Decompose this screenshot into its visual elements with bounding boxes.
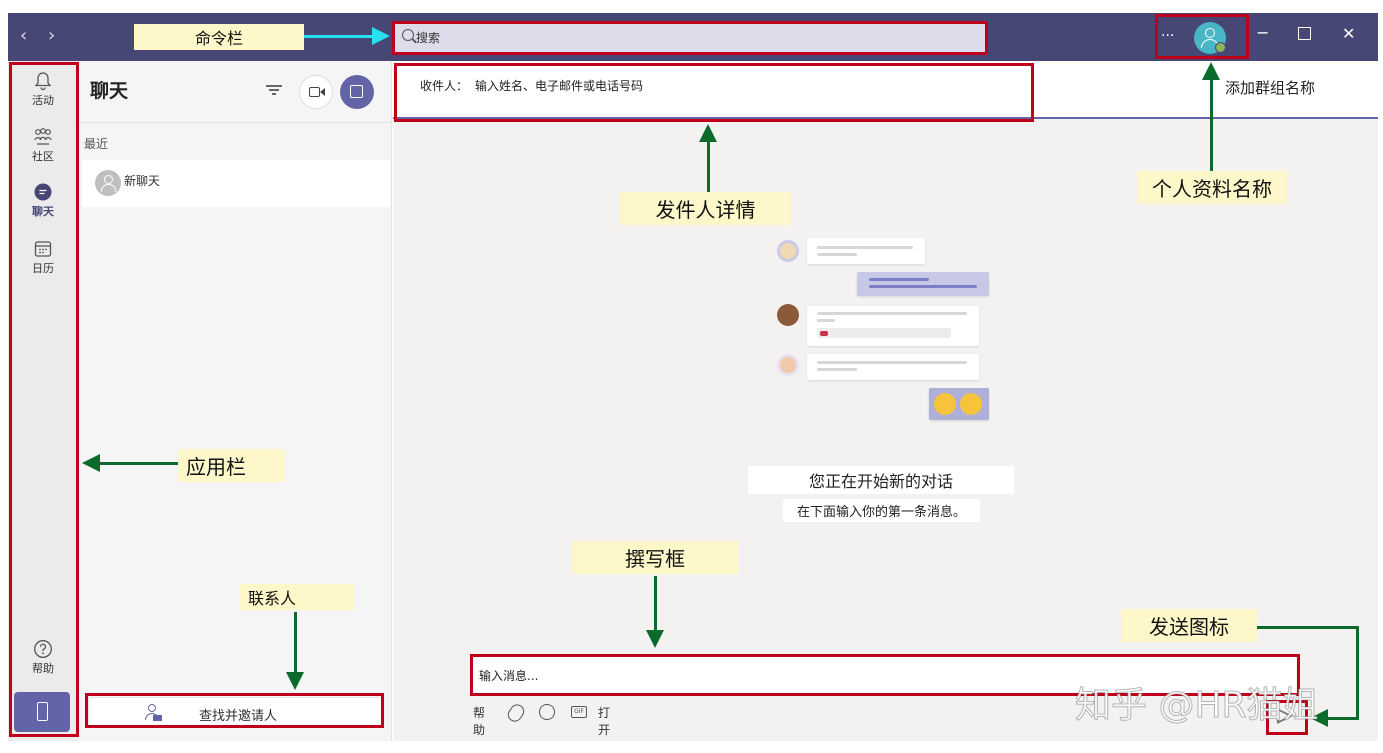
appbar-item-label: 活动: [32, 94, 54, 107]
profile-avatar[interactable]: [1194, 22, 1226, 54]
divider: [78, 122, 391, 123]
conversation-illustration: [773, 234, 993, 424]
person-avatar-icon: [777, 240, 799, 262]
status-badge: [1215, 42, 1226, 53]
smile-emoji-icon: [960, 393, 982, 415]
recipient-input[interactable]: 输入姓名、电子邮件或电话号码: [475, 77, 643, 94]
arrow-down-icon: [286, 672, 304, 690]
appbar-item-calendar[interactable]: 日历: [8, 239, 78, 276]
appbar-item-chat[interactable]: 聊天: [8, 182, 78, 219]
recipient-bar: 收件人： 输入姓名、电子邮件或电话号码 添加群组名称: [393, 61, 1378, 119]
invite-label: 查找并邀请人: [199, 709, 278, 724]
chevron-right-icon[interactable]: ›: [48, 25, 55, 46]
open-button[interactable]: 打开: [598, 704, 610, 738]
arrow-right-icon: [372, 27, 390, 45]
appbar-item-label: 社区: [32, 150, 54, 163]
emoji-icon[interactable]: [539, 704, 555, 720]
to-label: 收件人：: [420, 79, 469, 93]
arrow-left-icon: [82, 454, 100, 472]
command-bar-callout: 命令栏: [134, 24, 304, 50]
meet-now-button[interactable]: [299, 75, 333, 109]
profile-name-callout: 个人资料名称: [1137, 171, 1287, 204]
compose-placeholder: 输入消息...: [479, 669, 539, 683]
arrow-up-icon: [699, 124, 717, 142]
person-icon: [1205, 28, 1215, 38]
emoji-bubble: [929, 388, 989, 420]
search-placeholder: 搜索: [416, 31, 441, 45]
restore-button[interactable]: [1298, 27, 1311, 40]
new-conversation-subtitle: 在下面输入你的第一条消息。: [783, 499, 980, 522]
appbar-item-label: 日历: [32, 262, 54, 275]
chat-icon: [34, 183, 52, 201]
calendar-icon: [34, 241, 52, 257]
filter-icon[interactable]: [266, 83, 282, 97]
app-bar-callout: 应用栏: [178, 449, 285, 482]
app-bar: 活动 社区 聊天 日历 帮助: [8, 61, 78, 741]
find-invite-button[interactable]: 查找并邀请人: [88, 697, 382, 728]
watermark: 知乎 @HR猫姐: [1075, 685, 1320, 727]
attach-icon[interactable]: [505, 701, 527, 725]
minimize-button[interactable]: −: [1256, 25, 1269, 41]
chat-name: 新聊天: [124, 174, 161, 188]
person-avatar-icon: [777, 304, 799, 326]
bell-icon: [34, 72, 52, 91]
avatar: [95, 170, 121, 196]
send-icon-callout: 发送图标: [1121, 609, 1257, 642]
appbar-item-label: 聊天: [32, 205, 54, 218]
recent-section-label: 最近: [84, 137, 109, 151]
add-group-name-button[interactable]: 添加群组名称: [1225, 77, 1315, 98]
chevron-left-icon[interactable]: ‹: [20, 25, 27, 46]
sender-details-callout: 发件人详情: [620, 192, 791, 225]
question-icon: [34, 640, 52, 658]
person-avatar-icon: [777, 354, 799, 376]
search-bar[interactable]: 搜索: [392, 22, 988, 54]
help-button[interactable]: 帮助: [473, 704, 485, 738]
arrow-up-icon: [1202, 62, 1220, 80]
compose-icon: [350, 85, 363, 98]
add-person-icon: [144, 704, 162, 722]
appbar-item-label: 帮助: [32, 662, 54, 675]
phone-icon: [37, 702, 48, 721]
video-icon: [309, 87, 320, 97]
people-icon: [34, 128, 52, 145]
chat-list-title: 聊天: [90, 80, 129, 102]
sunglasses-emoji-icon: [934, 393, 956, 415]
new-chat-button[interactable]: [340, 75, 374, 109]
more-options-button[interactable]: ···: [1161, 28, 1174, 44]
new-conversation-title: 您正在开始新的对话: [748, 466, 1014, 494]
contacts-callout: 联系人: [240, 584, 354, 610]
close-button[interactable]: ✕: [1342, 26, 1355, 42]
arrow-down-icon: [646, 630, 664, 648]
gif-icon[interactable]: GIF: [571, 706, 587, 718]
appbar-item-activity[interactable]: 活动: [8, 71, 78, 108]
search-icon: [402, 29, 414, 41]
compose-box-callout: 撰写框: [572, 541, 738, 574]
chat-list-pane: 聊天 最近 新聊天 查找并邀请人: [78, 61, 392, 741]
appbar-item-community[interactable]: 社区: [8, 127, 78, 164]
appbar-item-help[interactable]: 帮助: [8, 639, 78, 676]
chat-list-item[interactable]: 新聊天: [82, 160, 390, 207]
mobile-app-button[interactable]: [14, 692, 70, 732]
